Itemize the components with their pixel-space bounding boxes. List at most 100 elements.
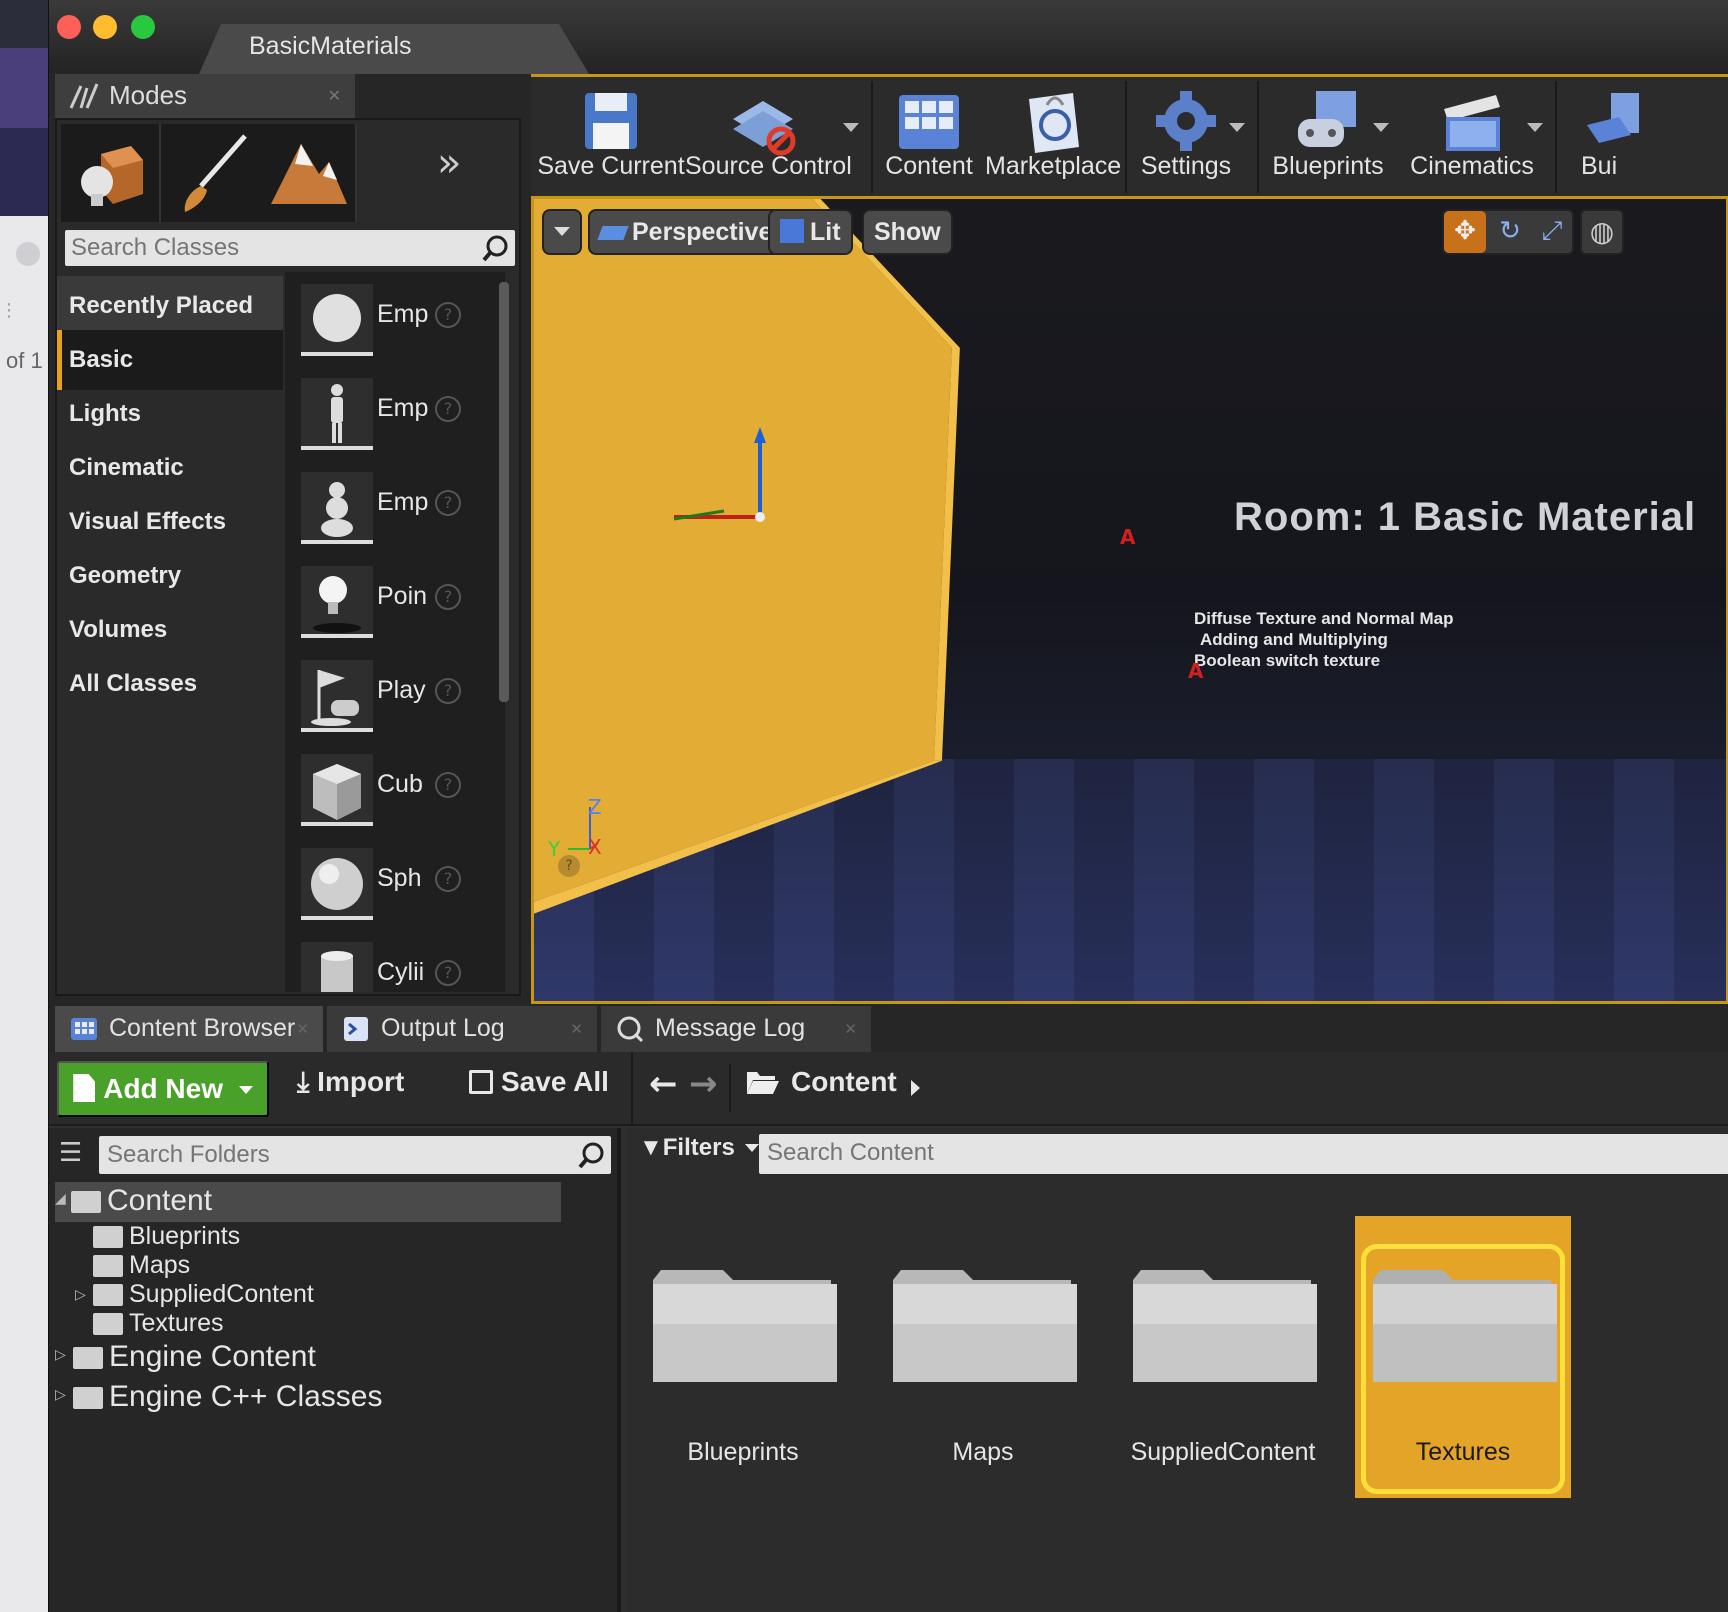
chevron-down-icon — [238, 1086, 253, 1094]
asset-tile[interactable]: SuppliedContent — [1115, 1216, 1331, 1498]
filters-button[interactable]: ▼Filters — [639, 1134, 760, 1162]
perspective-button[interactable]: Perspective — [588, 209, 785, 255]
minimize-window-button[interactable] — [93, 15, 117, 39]
forward-arrow-icon[interactable]: → — [689, 1064, 718, 1104]
list-item[interactable]: Emp ? — [285, 468, 497, 562]
sphere-icon — [301, 848, 373, 920]
cinematics-dropdown-icon[interactable] — [1527, 123, 1543, 132]
build-button[interactable]: Bui — [1561, 77, 1661, 199]
chevron-right-icon[interactable] — [911, 1080, 920, 1096]
close-window-button[interactable] — [57, 15, 81, 39]
rotate-tool-icon[interactable]: ↻ — [1490, 211, 1530, 253]
content-button[interactable]: Content — [877, 77, 981, 199]
list-item[interactable]: Cub ? — [285, 750, 497, 844]
modes-tab[interactable]: Modes ✕ — [55, 74, 355, 118]
help-icon[interactable]: ? — [435, 396, 461, 422]
tree-item-blueprints[interactable]: Blueprints — [93, 1222, 240, 1251]
source-control-button[interactable]: Source Control — [685, 77, 852, 199]
asset-tile-selected[interactable]: Textures — [1355, 1216, 1571, 1498]
more-modes-icon[interactable]: » — [437, 140, 461, 186]
search-folders-input[interactable] — [107, 1138, 547, 1172]
document-tab[interactable]: BasicMaterials — [199, 24, 589, 74]
tree-collapsed-icon[interactable]: ▷ — [55, 1386, 66, 1403]
tree-collapsed-icon[interactable]: ▷ — [55, 1346, 66, 1363]
settings-button[interactable]: Settings — [1131, 77, 1241, 199]
list-item[interactable]: Sph ? — [285, 844, 497, 938]
tree-item-maps[interactable]: Maps — [93, 1251, 190, 1280]
cinematics-button[interactable]: Cinematics — [1407, 77, 1537, 199]
save-current-button[interactable]: Save Current — [537, 77, 685, 199]
message-log-icon — [617, 1016, 644, 1043]
tree-toggle-icon[interactable]: ☰ — [59, 1138, 91, 1170]
list-item[interactable]: Play ? — [285, 656, 497, 750]
category-cinematic[interactable]: Cinematic — [57, 438, 283, 498]
list-item[interactable]: Cylii ? — [285, 938, 497, 992]
search-content-input[interactable] — [767, 1136, 1667, 1170]
list-item[interactable]: Emp ? — [285, 280, 497, 374]
show-button[interactable]: Show — [862, 209, 953, 255]
add-new-button[interactable]: Add New — [57, 1061, 269, 1117]
settings-dropdown-icon[interactable] — [1229, 123, 1245, 132]
folder-icon — [93, 1313, 123, 1336]
import-button[interactable]: ⤓ Import — [297, 1066, 404, 1099]
category-geometry[interactable]: Geometry — [57, 546, 283, 606]
asset-tile[interactable]: Maps — [875, 1216, 1091, 1498]
class-list-scrollbar[interactable] — [499, 282, 509, 702]
paint-mode-icon — [184, 134, 247, 212]
list-item[interactable]: Poin ? — [285, 562, 497, 656]
tree-collapsed-icon[interactable]: ▷ — [75, 1286, 86, 1303]
tab-content-browser[interactable]: Content Browser ✕ — [55, 1006, 323, 1052]
help-icon[interactable]: ? — [435, 302, 461, 328]
help-icon[interactable]: ? — [435, 772, 461, 798]
marketplace-button[interactable]: Marketplace — [985, 77, 1121, 199]
move-tool-icon[interactable]: ✥ — [1444, 211, 1486, 253]
search-classes-field[interactable] — [65, 230, 515, 266]
category-lights[interactable]: Lights — [57, 384, 283, 444]
save-all-button[interactable]: Save All — [469, 1066, 609, 1098]
close-tab-icon[interactable]: ✕ — [570, 1020, 583, 1038]
tab-output-log[interactable]: Output Log ✕ — [327, 1006, 597, 1052]
scale-tool-icon[interactable]: ⤢ — [1532, 211, 1572, 253]
close-tab-icon[interactable]: ✕ — [328, 86, 341, 105]
search-classes-input[interactable] — [71, 232, 471, 264]
tree-item-engine-cpp-classes[interactable]: ▷ Engine C++ Classes — [55, 1380, 383, 1414]
tree-item-suppliedcontent[interactable]: ▷ SuppliedContent — [75, 1280, 314, 1309]
search-content-field[interactable] — [759, 1134, 1728, 1174]
world-local-icon[interactable]: ◍ — [1580, 209, 1624, 255]
help-icon[interactable]: ? — [435, 490, 461, 516]
close-tab-icon[interactable]: ✕ — [844, 1020, 857, 1038]
help-icon[interactable]: ? — [435, 866, 461, 892]
paint-mode-button[interactable] — [161, 124, 261, 222]
blueprints-button[interactable]: Blueprints — [1263, 77, 1393, 199]
asset-tile[interactable]: Blueprints — [635, 1216, 851, 1498]
help-icon[interactable]: ? — [435, 960, 461, 986]
source-control-dropdown-icon[interactable] — [843, 123, 859, 132]
viewport-options-button[interactable] — [542, 209, 582, 255]
path-breadcrumb-content[interactable]: Content — [791, 1066, 897, 1098]
close-tab-icon[interactable]: ✕ — [296, 1020, 309, 1038]
help-icon[interactable]: ? — [435, 678, 461, 704]
lit-button[interactable]: Lit — [768, 209, 853, 255]
category-all-classes[interactable]: All Classes — [57, 654, 283, 714]
back-arrow-icon[interactable]: ← — [649, 1064, 678, 1104]
blueprints-dropdown-icon[interactable] — [1373, 123, 1389, 132]
category-basic[interactable]: Basic — [57, 330, 283, 390]
list-item[interactable]: Emp ? — [285, 374, 497, 468]
search-folders-field[interactable] — [99, 1136, 611, 1174]
tree-item-content[interactable]: ◢ Content — [55, 1184, 212, 1218]
blueprints-label: Blueprints — [1272, 152, 1384, 180]
tree-item-textures[interactable]: Textures — [93, 1309, 223, 1338]
maximize-window-button[interactable] — [131, 15, 155, 39]
help-icon[interactable]: ? — [435, 584, 461, 610]
landscape-mode-button[interactable] — [257, 124, 357, 222]
category-recently-placed[interactable]: Recently Placed — [57, 276, 283, 336]
search-icon — [578, 1142, 604, 1169]
level-viewport[interactable]: Perspective Lit Show ✥ ↻ ⤢ ◍ Room: 1 Bas… — [531, 196, 1728, 1004]
tab-message-log[interactable]: Message Log ✕ — [601, 1006, 871, 1052]
list-item-label: Emp — [377, 488, 429, 516]
category-volumes[interactable]: Volumes — [57, 600, 283, 660]
tree-item-engine-content[interactable]: ▷ Engine Content — [55, 1340, 316, 1374]
folder-icon — [1373, 1270, 1557, 1382]
place-mode-button[interactable] — [61, 124, 161, 222]
category-visual-effects[interactable]: Visual Effects — [57, 492, 283, 552]
